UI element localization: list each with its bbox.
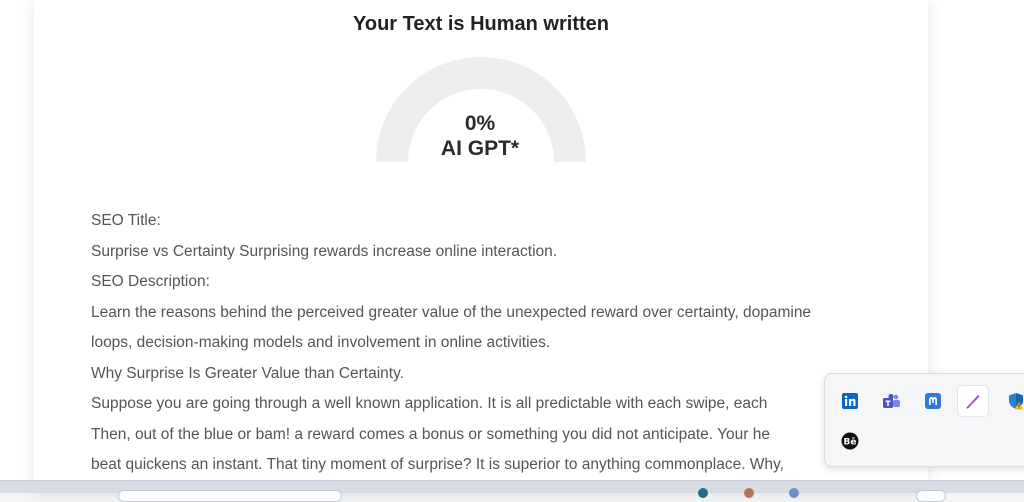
behance-icon[interactable]: Bē <box>835 426 865 456</box>
teams-icon[interactable] <box>877 386 907 416</box>
taskbar <box>0 480 1024 502</box>
text-line: SEO Title: <box>91 212 161 229</box>
text-line: SEO Description: <box>91 273 210 290</box>
taskbar-app-icon[interactable] <box>789 488 799 498</box>
gauge-percent: 0% <box>464 112 496 135</box>
taskbar-app-icon[interactable] <box>698 488 708 498</box>
taskbar-app-icon[interactable] <box>744 488 754 498</box>
shield-warning-icon[interactable] <box>1001 386 1024 416</box>
text-line: Why Surprise Is Greater Value than Certa… <box>91 364 404 382</box>
gauge-label: AI GPT* <box>440 137 520 160</box>
text-line: Surprise vs Certainty Surprising rewards… <box>91 242 558 260</box>
text-line: loops, decision-making models and involv… <box>91 334 551 351</box>
page-background-left <box>0 0 34 492</box>
mastodon-icon[interactable] <box>918 386 948 416</box>
analyzed-text: SEO Title: Surprise vs Certainty Surpris… <box>91 206 911 481</box>
system-tray-overflow: Bē <box>824 373 1024 467</box>
result-title: Your Text is Human written <box>353 13 609 35</box>
linkedin-icon[interactable] <box>835 386 865 416</box>
pen-icon[interactable] <box>957 385 989 417</box>
text-line: beat quickens an instant. That tiny mome… <box>91 456 784 473</box>
text-line: Suppose you are going through a well kno… <box>91 395 768 412</box>
text-line: Learn the reasons behind the perceived g… <box>91 303 812 321</box>
svg-text:Bē: Bē <box>844 437 857 447</box>
text-line: Then, out of the blue or bam! a reward c… <box>91 425 770 443</box>
